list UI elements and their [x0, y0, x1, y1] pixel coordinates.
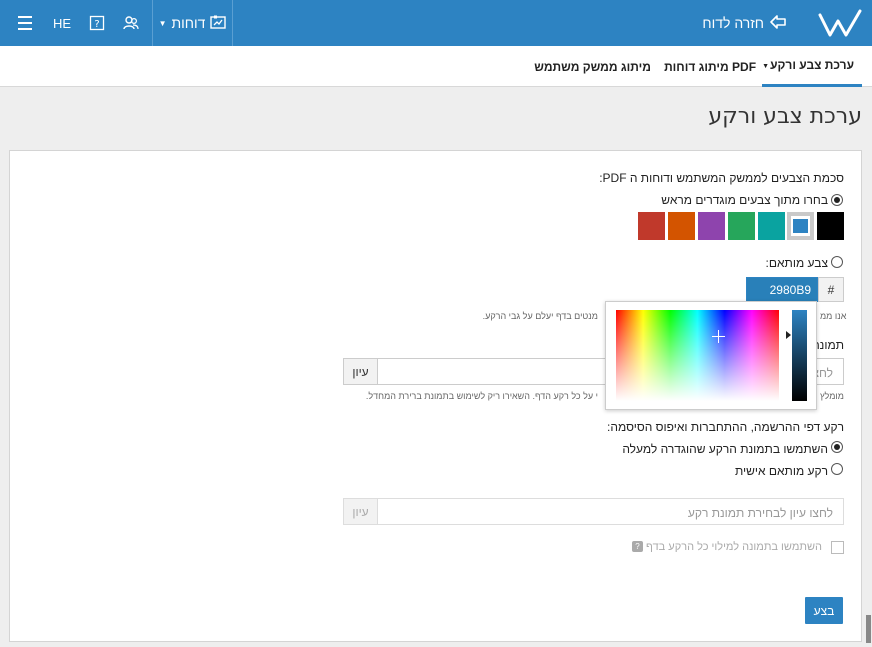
- login-background-heading: רקע דפי ההרשמה, ההתחברות ואיפוס הסיסמה:: [607, 420, 844, 434]
- fill-background-label: השתמשו בתמונה למילוי כל הרקע בדף: [646, 541, 822, 553]
- color-swatch-green[interactable]: [728, 212, 755, 240]
- color-hint-right: מנטים בדף יעלם על גבי הרקע.: [482, 311, 598, 321]
- predefined-colors-radio[interactable]: [831, 194, 843, 206]
- custom-color-radio[interactable]: [831, 256, 843, 268]
- login-background-input[interactable]: לחצו עיון לבחירת תמונת רקע: [377, 498, 844, 525]
- background-image-browse-button[interactable]: עיון: [343, 358, 378, 385]
- color-swatch-blue[interactable]: [787, 212, 814, 240]
- top-navigation-bar: חזרה לדוח ▼ דוחות ? HE: [0, 0, 872, 46]
- dropdown-caret-icon: ▼: [158, 18, 167, 28]
- tab-ui-branding[interactable]: מיתוג ממשק משתמש: [534, 46, 651, 87]
- custom-background-label: רקע מותאם אישית: [734, 464, 828, 478]
- apply-button[interactable]: בצע: [805, 597, 843, 624]
- color-scheme-heading: סכמת הצבעים לממשק המשתמש ודוחות ה PDF:: [599, 171, 844, 185]
- use-above-image-radio[interactable]: [831, 441, 843, 453]
- color-swatch-red[interactable]: [638, 212, 665, 240]
- login-background-browse-button[interactable]: עיון: [343, 498, 378, 525]
- tooltip-help-icon[interactable]: ?: [632, 541, 643, 552]
- color-swatch-black[interactable]: [817, 212, 844, 240]
- back-to-report-label: חזרה לדוח: [702, 15, 764, 31]
- settings-tab-bar: ערכת צבע ורקע מיתוג דוחות PDF ▼ מיתוג ממ…: [0, 46, 872, 87]
- color-swatch-teal[interactable]: [758, 212, 785, 240]
- background-image-hint-right: י על כל רקע הדף. השאירו ריק לשימוש בתמונ…: [365, 391, 598, 401]
- login-background-placeholder: לחצו עיון לבחירת תמונת רקע: [687, 506, 833, 520]
- hex-hash-prefix: #: [818, 277, 844, 302]
- help-icon[interactable]: ?: [84, 0, 110, 46]
- users-icon[interactable]: [117, 0, 145, 46]
- custom-color-label: צבע מותאם:: [765, 256, 828, 270]
- tab-pdf-branding[interactable]: מיתוג דוחות PDF ▼: [664, 46, 769, 87]
- saturation-brightness-area[interactable]: [616, 310, 779, 401]
- page-title: ערכת צבע ורקע: [708, 104, 862, 129]
- reports-menu[interactable]: ▼ דוחות: [153, 0, 232, 46]
- tab-label: ערכת צבע ורקע: [770, 58, 854, 72]
- back-arrow-icon: [770, 14, 786, 32]
- language-switcher[interactable]: HE: [48, 0, 76, 46]
- tab-label: מיתוג דוחות PDF: [664, 59, 757, 74]
- back-to-report-link[interactable]: חזרה לדוח: [702, 0, 786, 46]
- scrollbar-thumb[interactable]: [866, 615, 871, 643]
- svg-text:?: ?: [94, 19, 99, 30]
- custom-background-radio[interactable]: [831, 463, 843, 475]
- background-image-hint-left: מומלץ: [820, 391, 844, 401]
- tab-color-and-background[interactable]: ערכת צבע ורקע: [762, 46, 862, 87]
- hamburger-icon[interactable]: [14, 0, 36, 46]
- color-picker-popup: [605, 301, 817, 410]
- use-above-image-label: השתמשו בתמונת הרקע שהוגדרה למעלה: [622, 442, 828, 456]
- reports-icon: [210, 15, 227, 32]
- tab-label: מיתוג ממשק משתמש: [534, 59, 651, 74]
- logo-w-icon[interactable]: [818, 7, 862, 39]
- dropdown-caret-icon: ▼: [762, 63, 769, 70]
- color-hint-left: אנו ממ: [820, 311, 847, 321]
- color-swatch-orange[interactable]: [668, 212, 695, 240]
- predefined-colors-label: בחרו מתוך צבעים מוגדרים מראש: [661, 193, 828, 207]
- reports-menu-label: דוחות: [171, 15, 206, 31]
- crosshair-icon[interactable]: [712, 330, 725, 343]
- hue-slider-arrow-icon[interactable]: [786, 331, 791, 339]
- fill-background-checkbox[interactable]: [831, 541, 844, 554]
- hue-slider[interactable]: [792, 310, 807, 401]
- color-swatch-purple[interactable]: [698, 212, 725, 240]
- hex-color-input[interactable]: 2980B9: [746, 277, 818, 302]
